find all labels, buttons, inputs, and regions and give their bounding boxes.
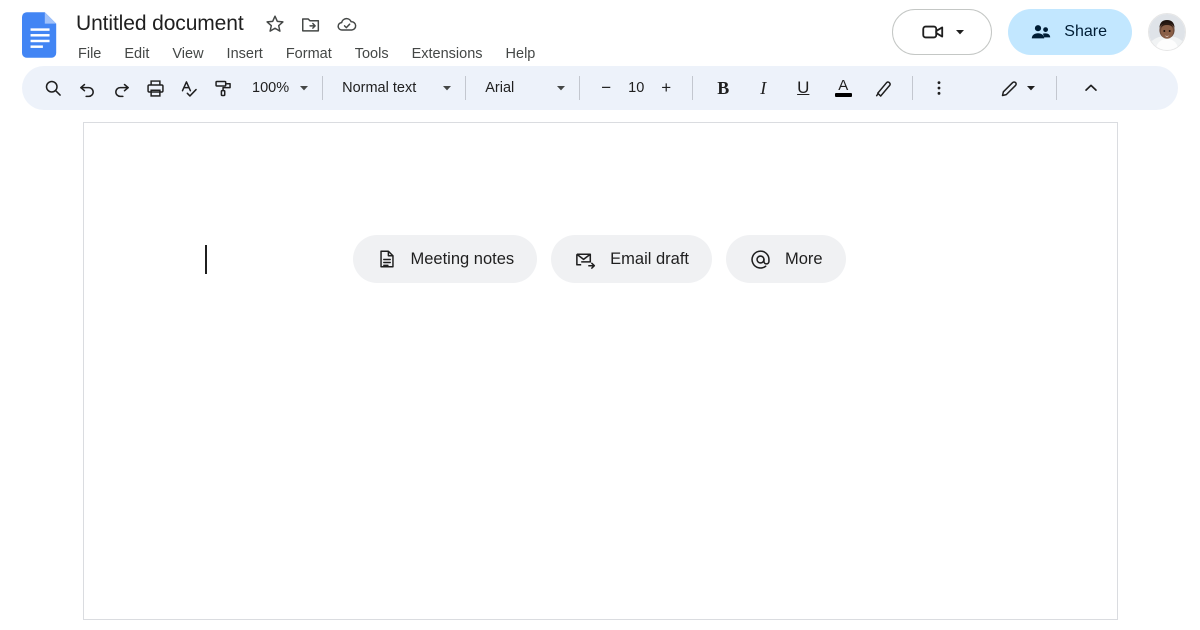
toolbar-divider [692,76,694,100]
menu-item-extensions[interactable]: Extensions [411,45,484,63]
toolbar-divider [579,76,581,100]
chevron-down-icon [955,30,964,35]
font-size-increase-label: + [661,78,672,97]
main-toolbar: 100% Normal text Arial − 10 + B I U A [22,66,1178,110]
header-actions: Share [892,9,1186,55]
menu-item-help[interactable]: Help [505,45,537,63]
toolbar-divider [1056,76,1058,100]
menu-item-edit[interactable]: Edit [123,45,150,63]
move-to-folder-icon[interactable] [300,13,322,35]
avatar-image [1149,14,1185,50]
chip-email-draft[interactable]: Email draft [551,235,713,283]
toolbar-divider [322,76,324,100]
menu-item-view[interactable]: View [171,45,204,63]
menu-item-insert[interactable]: Insert [226,45,264,63]
chip-label: Email draft [610,249,690,268]
document-canvas: Meeting notes Email draft More [0,110,1200,620]
chevron-up-icon [1085,84,1098,91]
toolbar-divider [465,76,467,100]
search-icon [45,80,61,96]
editing-mode-button[interactable] [992,71,1040,105]
menu-item-format[interactable]: Format [285,45,333,63]
paragraph-style-value: Normal text [342,80,417,96]
redo-icon [114,83,129,97]
smart-chip-suggestions: Meeting notes Email draft More [352,235,846,283]
pencil-icon [1001,80,1017,96]
email-send-icon [576,252,596,269]
text-color-swatch [834,93,852,97]
search-button[interactable] [36,71,70,105]
zoom-selector[interactable]: 100% [240,72,313,104]
collapse-toolbar-button[interactable] [1074,71,1108,105]
chip-label: More [785,249,823,268]
pencil-icon-wrap [992,71,1026,105]
undo-button[interactable] [70,71,104,105]
meet-call-button[interactable] [892,9,993,55]
paragraph-style-selector[interactable]: Normal text [332,72,456,104]
paint-format-button[interactable] [206,71,240,105]
more-options-button[interactable] [922,71,956,105]
toolbar-container: 100% Normal text Arial − 10 + B I U A [0,66,1200,110]
italic-button[interactable]: I [746,71,780,105]
font-size-decrease-label: − [601,78,612,97]
chip-label: Meeting notes [410,249,515,268]
zoom-value: 100% [252,80,290,96]
italic-label: I [760,77,767,98]
undo-icon [79,83,94,97]
document-page[interactable]: Meeting notes Email draft More [82,122,1118,620]
spellcheck-button[interactable] [172,71,206,105]
toolbar-divider [912,76,914,100]
font-size-input[interactable]: 10 [623,80,649,96]
chevron-down-icon [443,86,452,91]
spellcheck-icon [181,80,197,97]
more-vertical-icon [937,81,941,95]
google-docs-icon[interactable] [22,12,60,58]
print-button[interactable] [138,71,172,105]
text-cursor [204,245,207,274]
document-outline-icon [379,250,394,268]
video-camera-icon [922,25,943,39]
highlight-pen-icon [875,80,891,97]
chip-meeting-notes[interactable]: Meeting notes [352,235,538,283]
text-color-label: A [838,77,849,94]
print-icon [146,79,164,97]
underline-label: U [797,78,810,97]
menu-item-file[interactable]: File [77,45,102,63]
share-button[interactable]: Share [1008,9,1132,55]
chevron-down-icon [557,86,566,91]
at-sign-icon [751,249,770,269]
bold-label: B [717,77,730,98]
font-size-decrease-button[interactable]: − [589,71,623,105]
title-and-menu: Untitled document File Edit View Insert [76,9,536,67]
paint-format-icon [214,80,231,96]
account-avatar[interactable] [1148,13,1186,51]
menu-item-tools[interactable]: Tools [354,45,390,63]
chip-more[interactable]: More [726,235,846,283]
chevron-down-icon [300,86,309,91]
title-icon-group [264,13,358,35]
text-color-button[interactable]: A [826,71,860,105]
font-family-value: Arial [485,80,515,96]
cloud-saved-icon[interactable] [336,13,358,35]
font-size-increase-button[interactable]: + [649,71,683,105]
bold-button[interactable]: B [706,71,740,105]
title-row: Untitled document [76,9,536,39]
highlight-color-button[interactable] [866,71,900,105]
star-icon[interactable] [264,13,286,35]
font-family-selector[interactable]: Arial [475,72,570,104]
underline-button[interactable]: U [786,71,820,105]
document-title[interactable]: Untitled document [76,12,244,36]
font-size-stepper: − 10 + [589,71,683,105]
app-header: Untitled document File Edit View Insert [0,0,1200,66]
chevron-down-icon [1027,86,1036,91]
share-button-label: Share [1064,23,1107,40]
menu-bar: File Edit View Insert Format Tools Exten… [77,41,536,67]
people-icon [1032,25,1051,39]
redo-button[interactable] [104,71,138,105]
